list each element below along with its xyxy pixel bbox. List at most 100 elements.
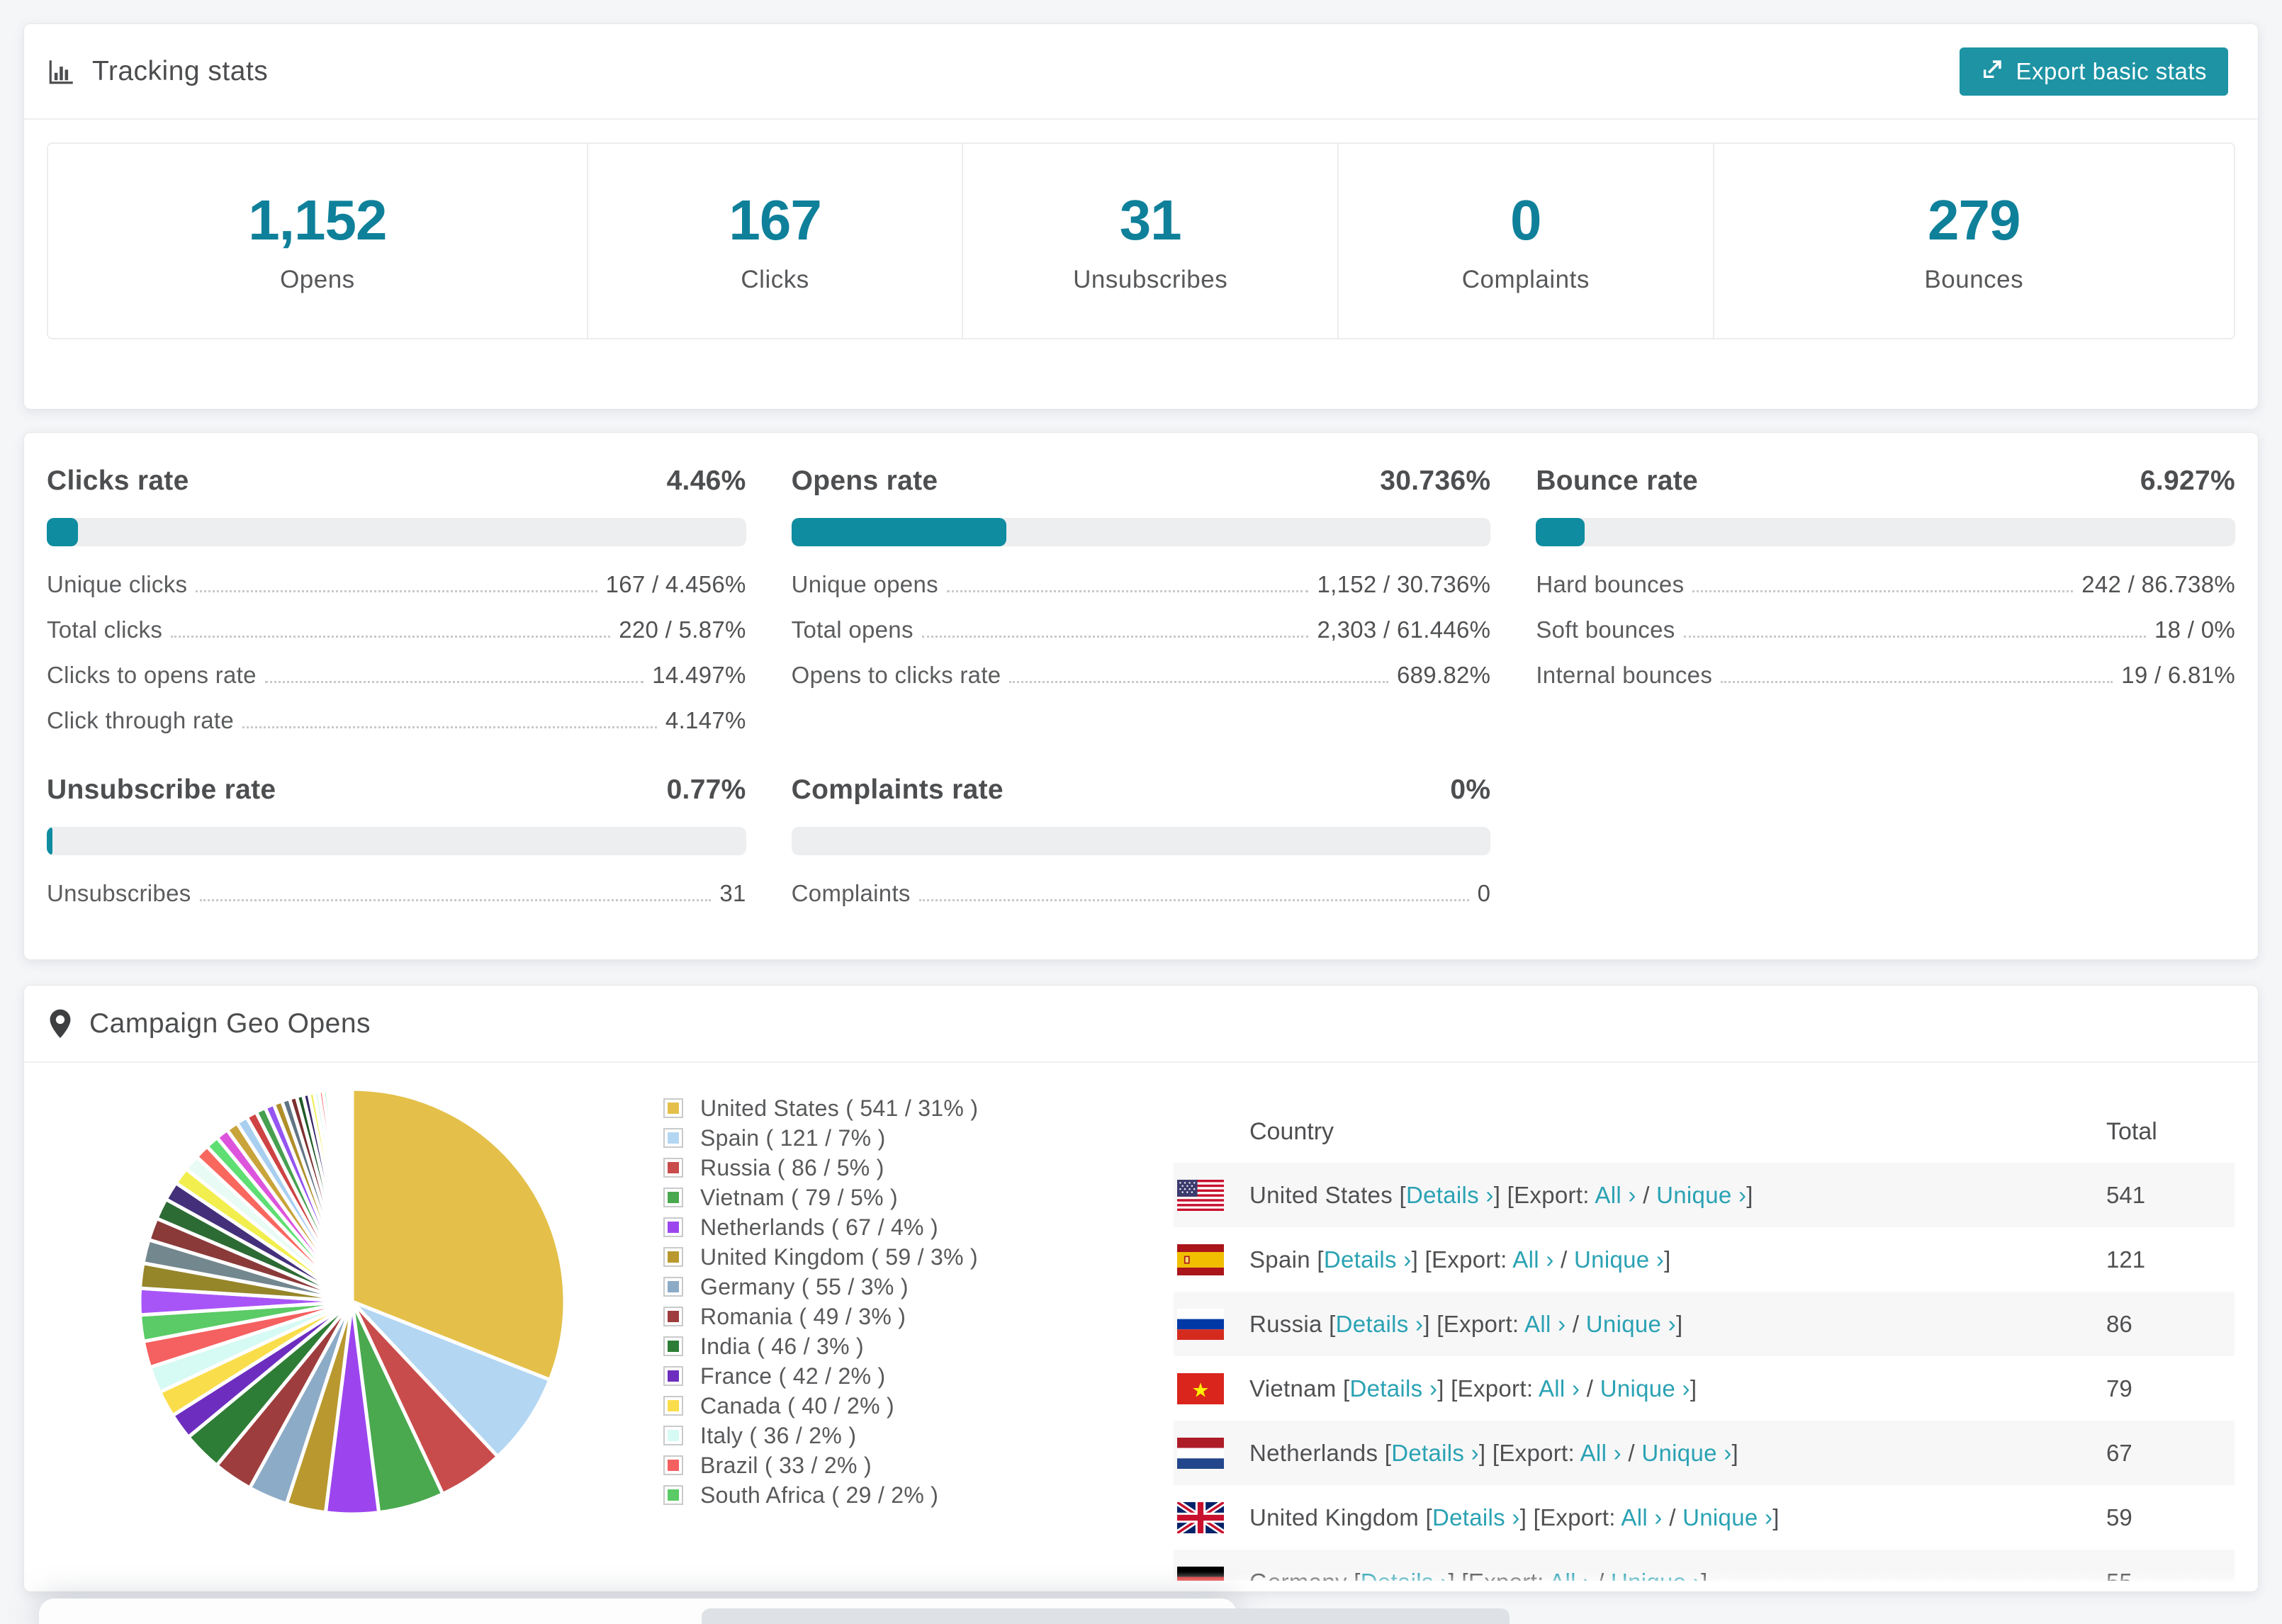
- export-button-label: Export basic stats: [2016, 57, 2207, 84]
- rate-row-label: Total opens: [791, 616, 914, 643]
- pie-legend: United States ( 541 / 31% ) Spain ( 121 /…: [663, 1093, 978, 1510]
- legend-swatch: [663, 1247, 683, 1267]
- column-header-country: Country: [1249, 1118, 1334, 1145]
- legend-label: United Kingdom ( 59 / 3% ): [700, 1244, 978, 1270]
- page-title: Tracking stats: [92, 55, 269, 86]
- rate-row-value: 167 / 4.456%: [605, 571, 746, 597]
- rate-rows: Unique clicks 167 / 4.456% Total clicks 220…: [47, 570, 746, 735]
- rate-row-label: Unique clicks: [47, 571, 188, 597]
- rate-head: Opens rate 30.736%: [792, 466, 1491, 497]
- rate-row-label: Hard bounces: [1536, 571, 1685, 597]
- export-unique-link[interactable]: Unique ›: [1586, 1311, 1676, 1337]
- rate-row-label: Soft bounces: [1536, 616, 1675, 643]
- rate-row-label: Clicks to opens rate: [47, 662, 257, 688]
- legend-swatch: [663, 1455, 683, 1475]
- legend-swatch: [663, 1098, 683, 1118]
- rate-block-complaints: Complaints rate 0% Complaints 0: [791, 774, 1491, 908]
- export-all-link[interactable]: All ›: [1621, 1504, 1662, 1530]
- geo-title-wrap: Campaign Geo Opens: [47, 1008, 371, 1039]
- rate-row-value: 14.497%: [652, 662, 746, 688]
- legend-label: Spain ( 121 / 7% ): [700, 1124, 886, 1151]
- legend-label: Canada ( 40 / 2% ): [700, 1392, 894, 1419]
- geo-header: Campaign Geo Opens: [24, 986, 2258, 1061]
- table-row: Netherlands [Details ›] [Export: All › /…: [1174, 1421, 2235, 1485]
- rate-row: Clicks to opens rate 14.497%: [47, 661, 746, 689]
- total-cell: 67: [2106, 1439, 2132, 1466]
- export-all-link[interactable]: All ›: [1580, 1440, 1621, 1466]
- rate-progress-track: [791, 827, 1491, 855]
- rate-row: Internal bounces 19 / 6.81%: [1536, 661, 2235, 689]
- legend-label: Russia ( 86 / 5% ): [700, 1154, 884, 1180]
- rate-row: Opens to clicks rate 689.82%: [792, 661, 1491, 689]
- legend-swatch: [663, 1128, 683, 1148]
- legend-label: Brazil ( 33 / 2% ): [700, 1452, 872, 1478]
- rate-value: 0.77%: [666, 774, 746, 805]
- rate-head: Bounce rate 6.927%: [1536, 466, 2235, 497]
- rate-row-value: 2,303 / 61.446%: [1317, 616, 1491, 643]
- bottom-bar-partial[interactable]: [702, 1608, 1510, 1624]
- country-cell: Russia [Details ›] [Export: All › / Uniq…: [1249, 1310, 1683, 1337]
- table-row: Vietnam [Details ›] [Export: All › / Uni…: [1174, 1356, 2235, 1421]
- rate-row: Complaints 0: [792, 879, 1491, 908]
- rate-progress-track: [47, 827, 746, 855]
- details-link[interactable]: Details ›: [1406, 1182, 1494, 1208]
- details-link[interactable]: Details ›: [1336, 1311, 1424, 1337]
- dotted-leader: [196, 590, 597, 592]
- rate-row-value: 31: [719, 880, 746, 906]
- geo-table-body: United States [Details ›] [Export: All ›…: [1174, 1163, 2235, 1581]
- stat-label: Clicks: [741, 266, 809, 293]
- details-link[interactable]: Details ›: [1324, 1246, 1412, 1273]
- country-cell: United Kingdom [Details ›] [Export: All …: [1249, 1504, 1780, 1530]
- legend-label: Germany ( 55 / 3% ): [700, 1273, 909, 1299]
- table-row: Russia [Details ›] [Export: All › / Uniq…: [1174, 1292, 2235, 1356]
- export-all-link[interactable]: All ›: [1595, 1182, 1636, 1208]
- export-unique-link[interactable]: Unique ›: [1574, 1246, 1664, 1273]
- stat-label: Unsubscribes: [1073, 266, 1228, 293]
- rate-row-label: Opens to clicks rate: [791, 662, 1001, 688]
- legend-swatch: [663, 1307, 683, 1326]
- export-basic-stats-button[interactable]: Export basic stats: [1959, 47, 2228, 96]
- export-icon: [1981, 57, 2005, 86]
- export-all-link[interactable]: All ›: [1524, 1311, 1566, 1337]
- dotted-leader: [264, 681, 644, 683]
- dotted-leader: [918, 899, 1469, 901]
- details-link[interactable]: Details ›: [1391, 1440, 1479, 1466]
- flag-ru: [1177, 1308, 1224, 1340]
- details-link[interactable]: Details ›: [1432, 1504, 1520, 1530]
- legend-item: South Africa ( 29 / 2% ): [663, 1480, 978, 1510]
- rates-grid: Clicks rate 4.46% Unique clicks 167 / 4.456…: [24, 433, 2258, 908]
- details-link[interactable]: Details ›: [1350, 1375, 1438, 1402]
- country-cell: Spain [Details ›] [Export: All › / Uniqu…: [1249, 1246, 1671, 1273]
- export-all-link[interactable]: All ›: [1539, 1375, 1580, 1402]
- export-unique-link[interactable]: Unique ›: [1682, 1504, 1772, 1530]
- map-pin-icon: [47, 1008, 74, 1039]
- rate-row-label: Unique opens: [791, 571, 938, 597]
- tracking-stats-title: Tracking stats: [47, 56, 268, 87]
- legend-swatch: [663, 1366, 683, 1386]
- dotted-leader: [1692, 590, 2074, 592]
- tracking-stats-header: Tracking stats Export basic stats: [24, 24, 2258, 118]
- rate-row: Hard bounces 242 / 86.738%: [1536, 570, 2235, 599]
- rate-value: 30.736%: [1380, 466, 1491, 496]
- header-divider: [24, 118, 2258, 120]
- stat-value: 279: [1928, 188, 2020, 252]
- rate-value: 0%: [1450, 774, 1491, 805]
- export-all-link[interactable]: All ›: [1512, 1246, 1553, 1273]
- rate-rows: Unsubscribes 31: [47, 879, 746, 908]
- total-cell: 59: [2106, 1504, 2132, 1530]
- dotted-leader: [242, 726, 657, 728]
- rate-row: Click through rate 4.147%: [47, 706, 746, 735]
- rate-row: Total clicks 220 / 5.87%: [47, 616, 746, 644]
- total-cell: 121: [2106, 1246, 2146, 1273]
- geo-opens-pie-chart: [137, 1087, 567, 1516]
- export-unique-link[interactable]: Unique ›: [1600, 1375, 1690, 1402]
- rate-row-label: Complaints: [791, 880, 911, 906]
- legend-item: Spain ( 121 / 7% ): [663, 1123, 978, 1153]
- legend-label: Romania ( 49 / 3% ): [700, 1303, 906, 1329]
- rate-progress-fill: [1536, 518, 1585, 546]
- export-unique-link[interactable]: Unique ›: [1656, 1182, 1746, 1208]
- legend-label: Vietnam ( 79 / 5% ): [700, 1184, 899, 1210]
- export-unique-link[interactable]: Unique ›: [1641, 1440, 1731, 1466]
- rate-row-value: 689.82%: [1396, 662, 1491, 688]
- rate-head: Clicks rate 4.46%: [47, 466, 746, 497]
